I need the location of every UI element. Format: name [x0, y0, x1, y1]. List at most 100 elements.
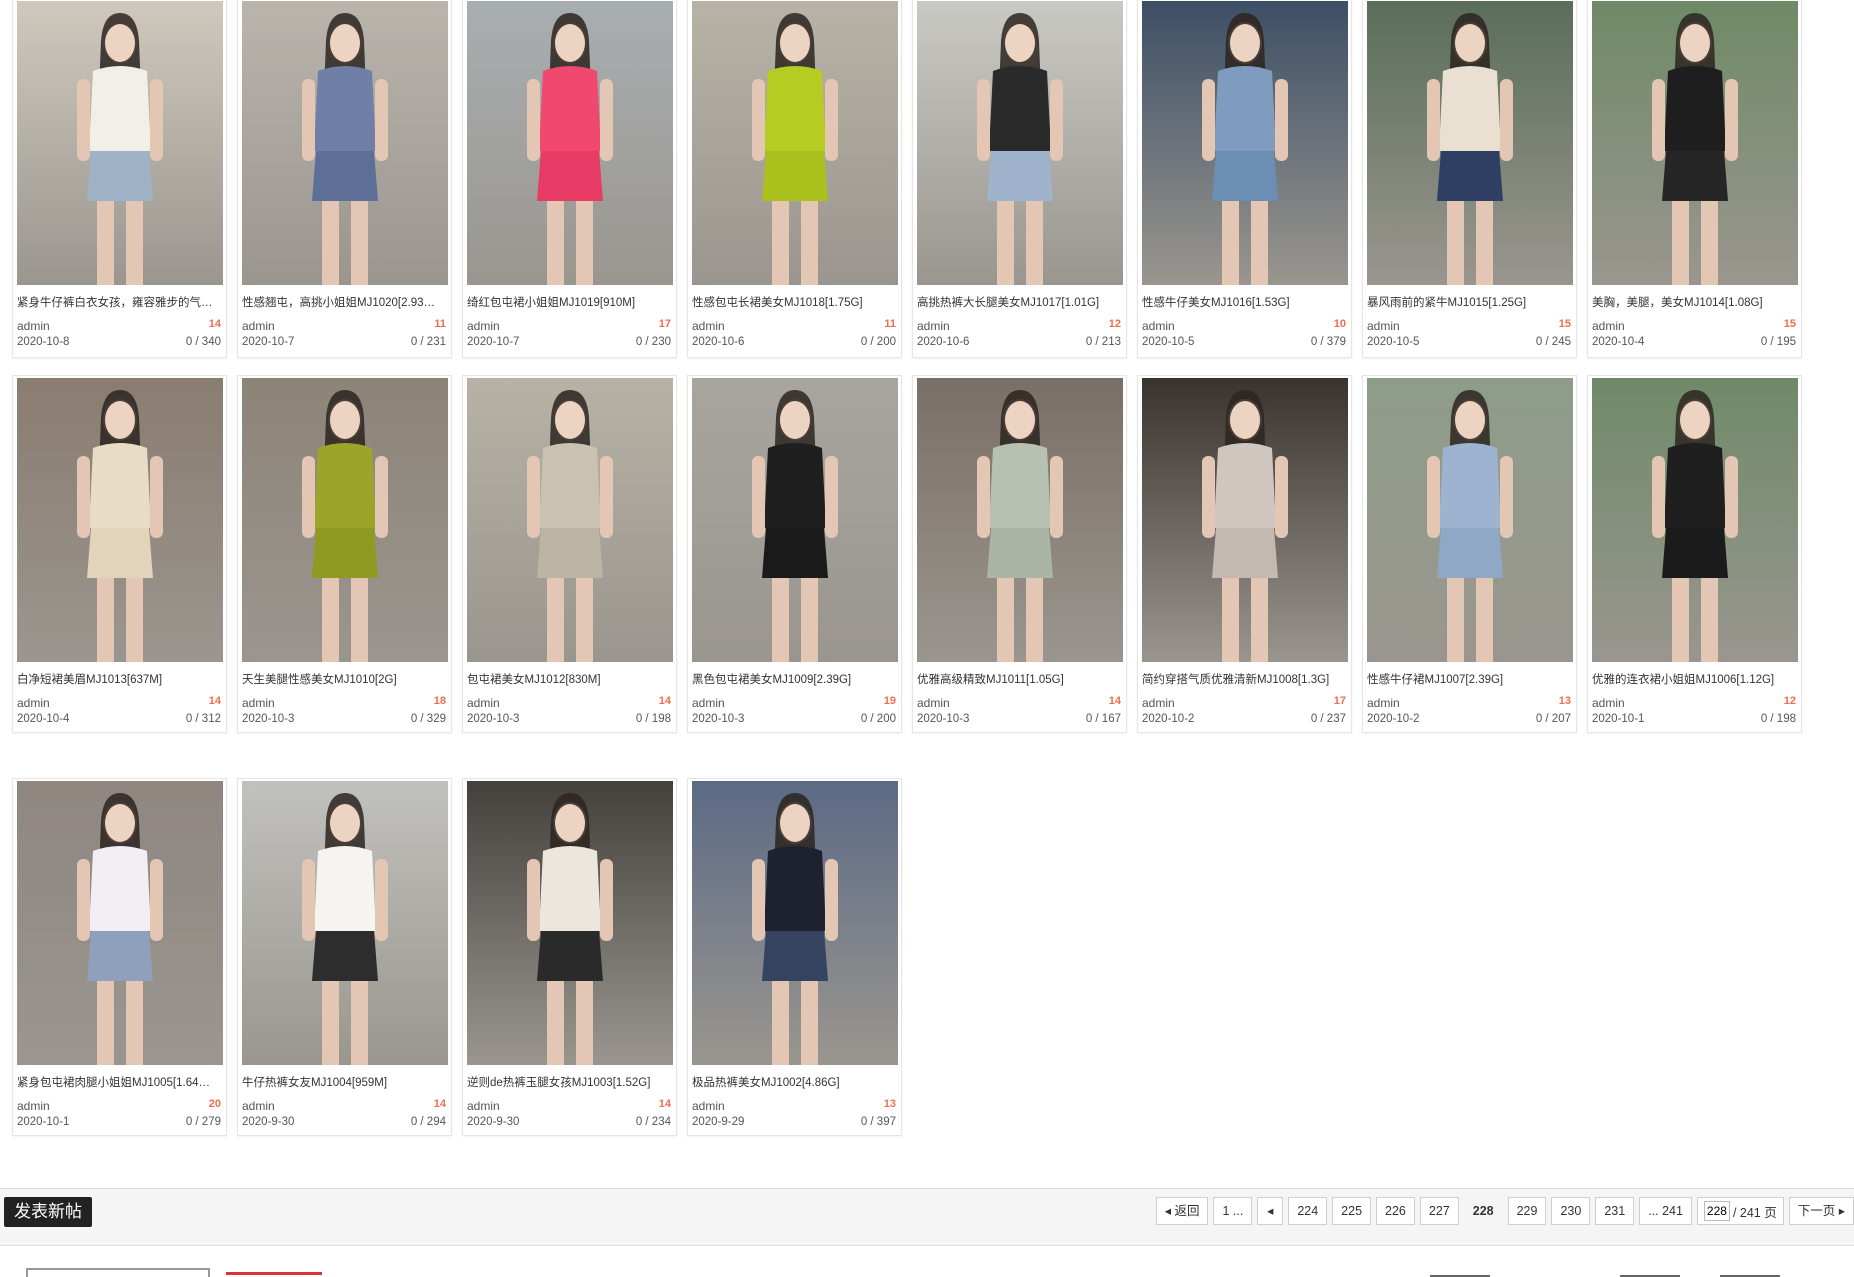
thread-author[interactable]: admin: [467, 696, 500, 710]
thread-thumbnail[interactable]: [242, 781, 448, 1065]
thread-card[interactable]: 牛仔热裤女友MJ1004[959M] admin 14 2020-9-30 0 / 29…: [237, 778, 452, 1136]
thread-author[interactable]: admin: [692, 696, 725, 710]
thread-card[interactable]: 性感翘屯，高挑小姐姐MJ1020[2.93… admin 11 2020-10-7 0 …: [237, 0, 452, 358]
thread-author[interactable]: admin: [917, 319, 950, 333]
page-link-230[interactable]: 230: [1551, 1197, 1591, 1225]
thread-title[interactable]: 简约穿搭气质优雅清新MJ1008[1.3G]: [1142, 672, 1349, 688]
thread-thumbnail[interactable]: [692, 378, 898, 662]
thread-title[interactable]: 牛仔热裤女友MJ1004[959M]: [242, 1075, 449, 1091]
thread-card[interactable]: 性感牛仔裙MJ1007[2.39G] admin 13 2020-10-2 0 / 20…: [1362, 375, 1577, 733]
thread-card[interactable]: 黑色包屯裙美女MJ1009[2.39G] admin 19 2020-10-3 0 / …: [687, 375, 902, 733]
thread-card[interactable]: 简约穿搭气质优雅清新MJ1008[1.3G] admin 17 2020-10-2 0 …: [1137, 375, 1352, 733]
thread-title[interactable]: 天生美腿性感美女MJ1010[2G]: [242, 672, 449, 688]
thread-title[interactable]: 优雅高级精致MJ1011[1.05G]: [917, 672, 1124, 688]
thread-card[interactable]: 逆则de热裤玉腿女孩MJ1003[1.52G] admin 14 2020-9-30 0…: [462, 778, 677, 1136]
thread-title[interactable]: 包屯裙美女MJ1012[830M]: [467, 672, 674, 688]
thread-title[interactable]: 暴风雨前的紧牛MJ1015[1.25G]: [1367, 295, 1574, 311]
thread-card[interactable]: 优雅高级精致MJ1011[1.05G] admin 14 2020-10-3 0 / 1…: [912, 375, 1127, 733]
thread-author[interactable]: admin: [17, 1099, 50, 1113]
thread-title[interactable]: 紧身包屯裙肉腿小姐姐MJ1005[1.64…: [17, 1075, 224, 1091]
bottom-promo-link[interactable]: [226, 1268, 322, 1277]
thread-author[interactable]: admin: [242, 696, 275, 710]
page-link-225[interactable]: 225: [1332, 1197, 1372, 1225]
thread-author[interactable]: admin: [1367, 696, 1400, 710]
thread-title[interactable]: 逆则de热裤玉腿女孩MJ1003[1.52G]: [467, 1075, 674, 1091]
thread-card[interactable]: 天生美腿性感美女MJ1010[2G] admin 18 2020-10-3 0 / 32…: [237, 375, 452, 733]
thread-title[interactable]: 黑色包屯裙美女MJ1009[2.39G]: [692, 672, 899, 688]
thread-title[interactable]: 白净短裙美眉MJ1013[637M]: [17, 672, 224, 688]
thread-card[interactable]: 性感牛仔美女MJ1016[1.53G] admin 10 2020-10-5 0 / 3…: [1137, 0, 1352, 358]
thread-thumbnail[interactable]: [1367, 378, 1573, 662]
thread-title[interactable]: 美胸，美腿，美女MJ1014[1.08G]: [1592, 295, 1799, 311]
thread-author[interactable]: admin: [1592, 696, 1625, 710]
thread-card[interactable]: 白净短裙美眉MJ1013[637M] admin 14 2020-10-4 0 / 31…: [12, 375, 227, 733]
reply-count: 11: [434, 318, 446, 330]
page-link-226[interactable]: 226: [1376, 1197, 1415, 1225]
thread-title[interactable]: 极品热裤美女MJ1002[4.86G]: [692, 1075, 899, 1091]
thread-thumbnail[interactable]: [467, 1, 673, 285]
first-page-link[interactable]: 1 ...: [1213, 1197, 1253, 1225]
thread-title[interactable]: 性感翘屯，高挑小姐姐MJ1020[2.93…: [242, 295, 449, 311]
thread-author[interactable]: admin: [692, 1099, 725, 1113]
thread-author[interactable]: admin: [467, 1099, 500, 1113]
new-post-button[interactable]: 发表新帖: [4, 1197, 92, 1227]
thread-author[interactable]: admin: [1142, 319, 1175, 333]
thread-author[interactable]: admin: [242, 1099, 275, 1113]
thread-thumbnail[interactable]: [1592, 1, 1798, 285]
thread-thumbnail[interactable]: [692, 1, 898, 285]
thread-card[interactable]: 美胸，美腿，美女MJ1014[1.08G] admin 15 2020-10-4 0 /…: [1587, 0, 1802, 358]
thread-card[interactable]: 紧身包屯裙肉腿小姐姐MJ1005[1.64… admin 20 2020-10-1 0 …: [12, 778, 227, 1136]
thread-author[interactable]: admin: [1592, 319, 1625, 333]
thread-card[interactable]: 暴风雨前的紧牛MJ1015[1.25G] admin 15 2020-10-5 0 / …: [1362, 0, 1577, 358]
thread-title[interactable]: 性感牛仔美女MJ1016[1.53G]: [1142, 295, 1349, 311]
thread-card[interactable]: 性感包屯长裙美女MJ1018[1.75G] admin 11 2020-10-6 0 /…: [687, 0, 902, 358]
thread-author[interactable]: admin: [467, 319, 500, 333]
thread-thumbnail[interactable]: [17, 1, 223, 285]
back-button[interactable]: ◂ 返回: [1155, 1197, 1209, 1225]
page-link-227[interactable]: 227: [1419, 1197, 1459, 1225]
thread-card[interactable]: 包屯裙美女MJ1012[830M] admin 14 2020-10-3 0 / 198: [462, 375, 677, 733]
thread-title[interactable]: 绮红包屯裙小姐姐MJ1019[910M]: [467, 295, 674, 311]
thread-title[interactable]: 高挑热裤大长腿美女MJ1017[1.01G]: [917, 295, 1124, 311]
thread-card[interactable]: 优雅的连衣裙小姐姐MJ1006[1.12G] admin 12 2020-10-1 0 …: [1587, 375, 1802, 733]
page-link-229[interactable]: 229: [1507, 1197, 1547, 1225]
thread-thumbnail[interactable]: [1142, 378, 1348, 662]
thread-author[interactable]: admin: [242, 319, 275, 333]
last-page-link[interactable]: ... 241: [1639, 1197, 1692, 1225]
thread-author[interactable]: admin: [17, 696, 50, 710]
thread-thumbnail[interactable]: [1142, 1, 1348, 285]
thread-title[interactable]: 性感包屯长裙美女MJ1018[1.75G]: [692, 295, 899, 311]
page-link-231[interactable]: 231: [1595, 1197, 1635, 1225]
bottom-nav-link[interactable]: [1720, 1270, 1780, 1277]
thread-thumbnail[interactable]: [17, 781, 223, 1065]
thread-thumbnail[interactable]: [692, 781, 898, 1065]
thread-thumbnail[interactable]: [917, 1, 1123, 285]
bottom-nav-link[interactable]: [1430, 1270, 1490, 1277]
thread-card[interactable]: 高挑热裤大长腿美女MJ1017[1.01G] admin 12 2020-10-6 0 …: [912, 0, 1127, 358]
thread-thumbnail[interactable]: [917, 378, 1123, 662]
prev-page-button[interactable]: ◂: [1257, 1197, 1284, 1225]
thread-thumbnail[interactable]: [467, 378, 673, 662]
thread-author[interactable]: admin: [1367, 319, 1400, 333]
thread-card[interactable]: 极品热裤美女MJ1002[4.86G] admin 13 2020-9-29 0 / 3…: [687, 778, 902, 1136]
thread-author[interactable]: admin: [1142, 696, 1175, 710]
thread-author[interactable]: admin: [917, 696, 950, 710]
bottom-search-box[interactable]: [26, 1268, 210, 1277]
bottom-nav-link[interactable]: [1620, 1270, 1680, 1277]
thread-thumbnail[interactable]: [1592, 378, 1798, 662]
next-page-button[interactable]: 下一页 ▸: [1788, 1197, 1854, 1225]
page-jump-input[interactable]: [1703, 1201, 1730, 1221]
thread-title[interactable]: 紧身牛仔裤白衣女孩，雍容雅步的气…: [17, 295, 224, 311]
thread-thumbnail[interactable]: [1367, 1, 1573, 285]
thread-thumbnail[interactable]: [17, 378, 223, 662]
thread-card[interactable]: 绮红包屯裙小姐姐MJ1019[910M] admin 17 2020-10-7 0 / …: [462, 0, 677, 358]
thread-thumbnail[interactable]: [467, 781, 673, 1065]
thread-card[interactable]: 紧身牛仔裤白衣女孩，雍容雅步的气… admin 14 2020-10-8 0 / 340: [12, 0, 227, 358]
thread-title[interactable]: 性感牛仔裙MJ1007[2.39G]: [1367, 672, 1574, 688]
thread-title[interactable]: 优雅的连衣裙小姐姐MJ1006[1.12G]: [1592, 672, 1799, 688]
thread-thumbnail[interactable]: [242, 378, 448, 662]
thread-author[interactable]: admin: [692, 319, 725, 333]
thread-thumbnail[interactable]: [242, 1, 448, 285]
page-link-224[interactable]: 224: [1288, 1197, 1328, 1225]
thread-author[interactable]: admin: [17, 319, 50, 333]
